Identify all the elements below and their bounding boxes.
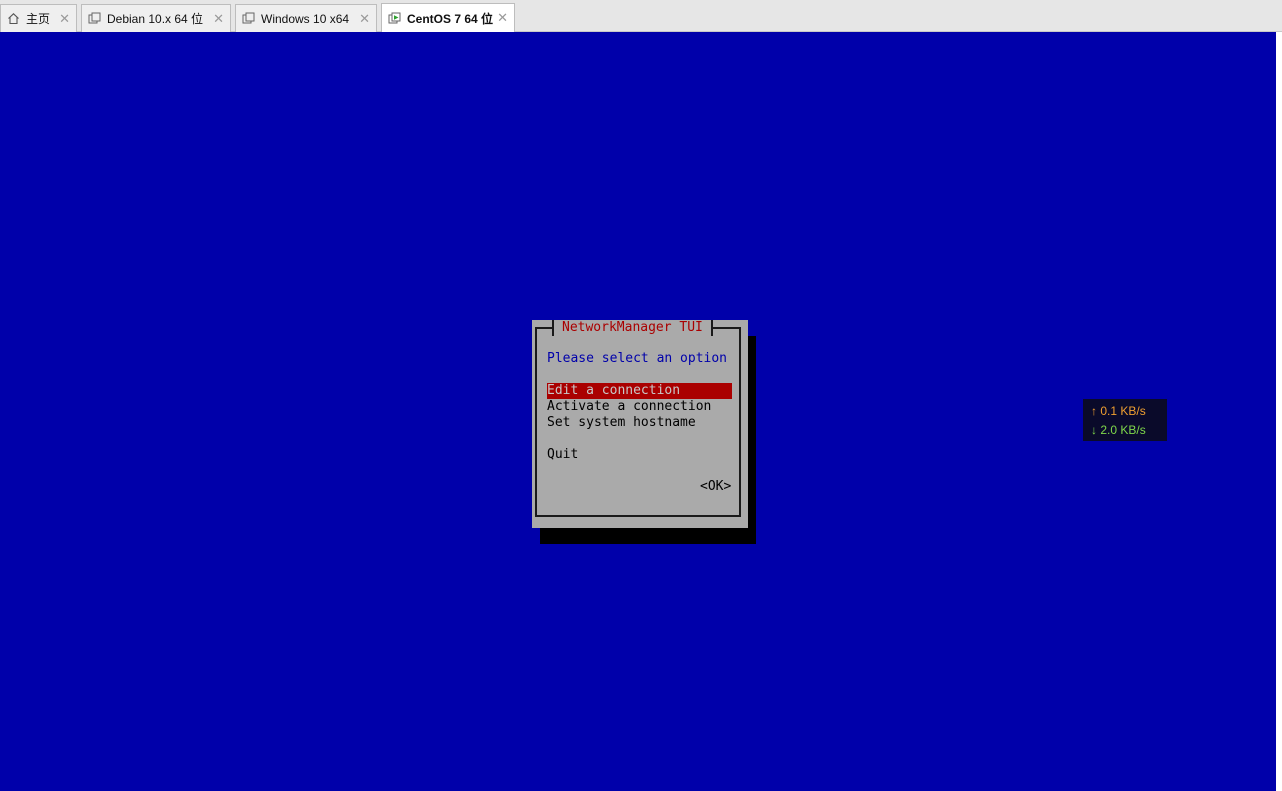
close-icon[interactable]: ✕ (497, 10, 508, 26)
ok-button[interactable]: <OK> (700, 479, 731, 495)
dialog-prompt: Please select an option (547, 351, 728, 366)
vm-icon (242, 12, 255, 24)
menu-item-activate-connection[interactable]: Activate a connection (547, 399, 711, 415)
dialog-title: NetworkManager TUI (552, 320, 713, 336)
tab-home[interactable]: 主页 ✕ (0, 4, 77, 32)
tab-centos[interactable]: CentOS 7 64 位 ✕ (381, 3, 515, 32)
tab-label: Debian 10.x 64 位 (107, 12, 204, 26)
tab-windows[interactable]: Windows 10 x64 ✕ (235, 4, 377, 32)
nmtui-dialog: NetworkManager TUI Please select an opti… (532, 320, 748, 528)
tab-debian[interactable]: Debian 10.x 64 位 ✕ (81, 4, 231, 32)
upload-speed: ↑ 0.1 KB/s (1091, 404, 1146, 418)
vm-icon (88, 12, 101, 24)
window-edge (1276, 32, 1282, 791)
network-speed-widget: ↑ 0.1 KB/s ↓ 2.0 KB/s (1083, 399, 1167, 441)
tab-label: 主页 (26, 12, 51, 26)
menu-item-set-hostname[interactable]: Set system hostname (547, 415, 696, 431)
menu-item-quit[interactable]: Quit (547, 447, 578, 463)
tab-bar: 主页 ✕ Debian 10.x 64 位 ✕ Windows 10 x64 ✕… (0, 0, 1282, 32)
menu-item-edit-connection[interactable]: Edit a connection (547, 383, 732, 399)
tab-label: CentOS 7 64 位 (407, 11, 494, 26)
tab-label: Windows 10 x64 (261, 11, 350, 26)
close-icon[interactable]: ✕ (359, 11, 370, 27)
close-icon[interactable]: ✕ (213, 11, 224, 27)
download-speed: ↓ 2.0 KB/s (1091, 423, 1146, 437)
home-icon (8, 13, 19, 25)
close-icon[interactable]: ✕ (59, 11, 70, 27)
vm-running-icon (388, 12, 401, 23)
